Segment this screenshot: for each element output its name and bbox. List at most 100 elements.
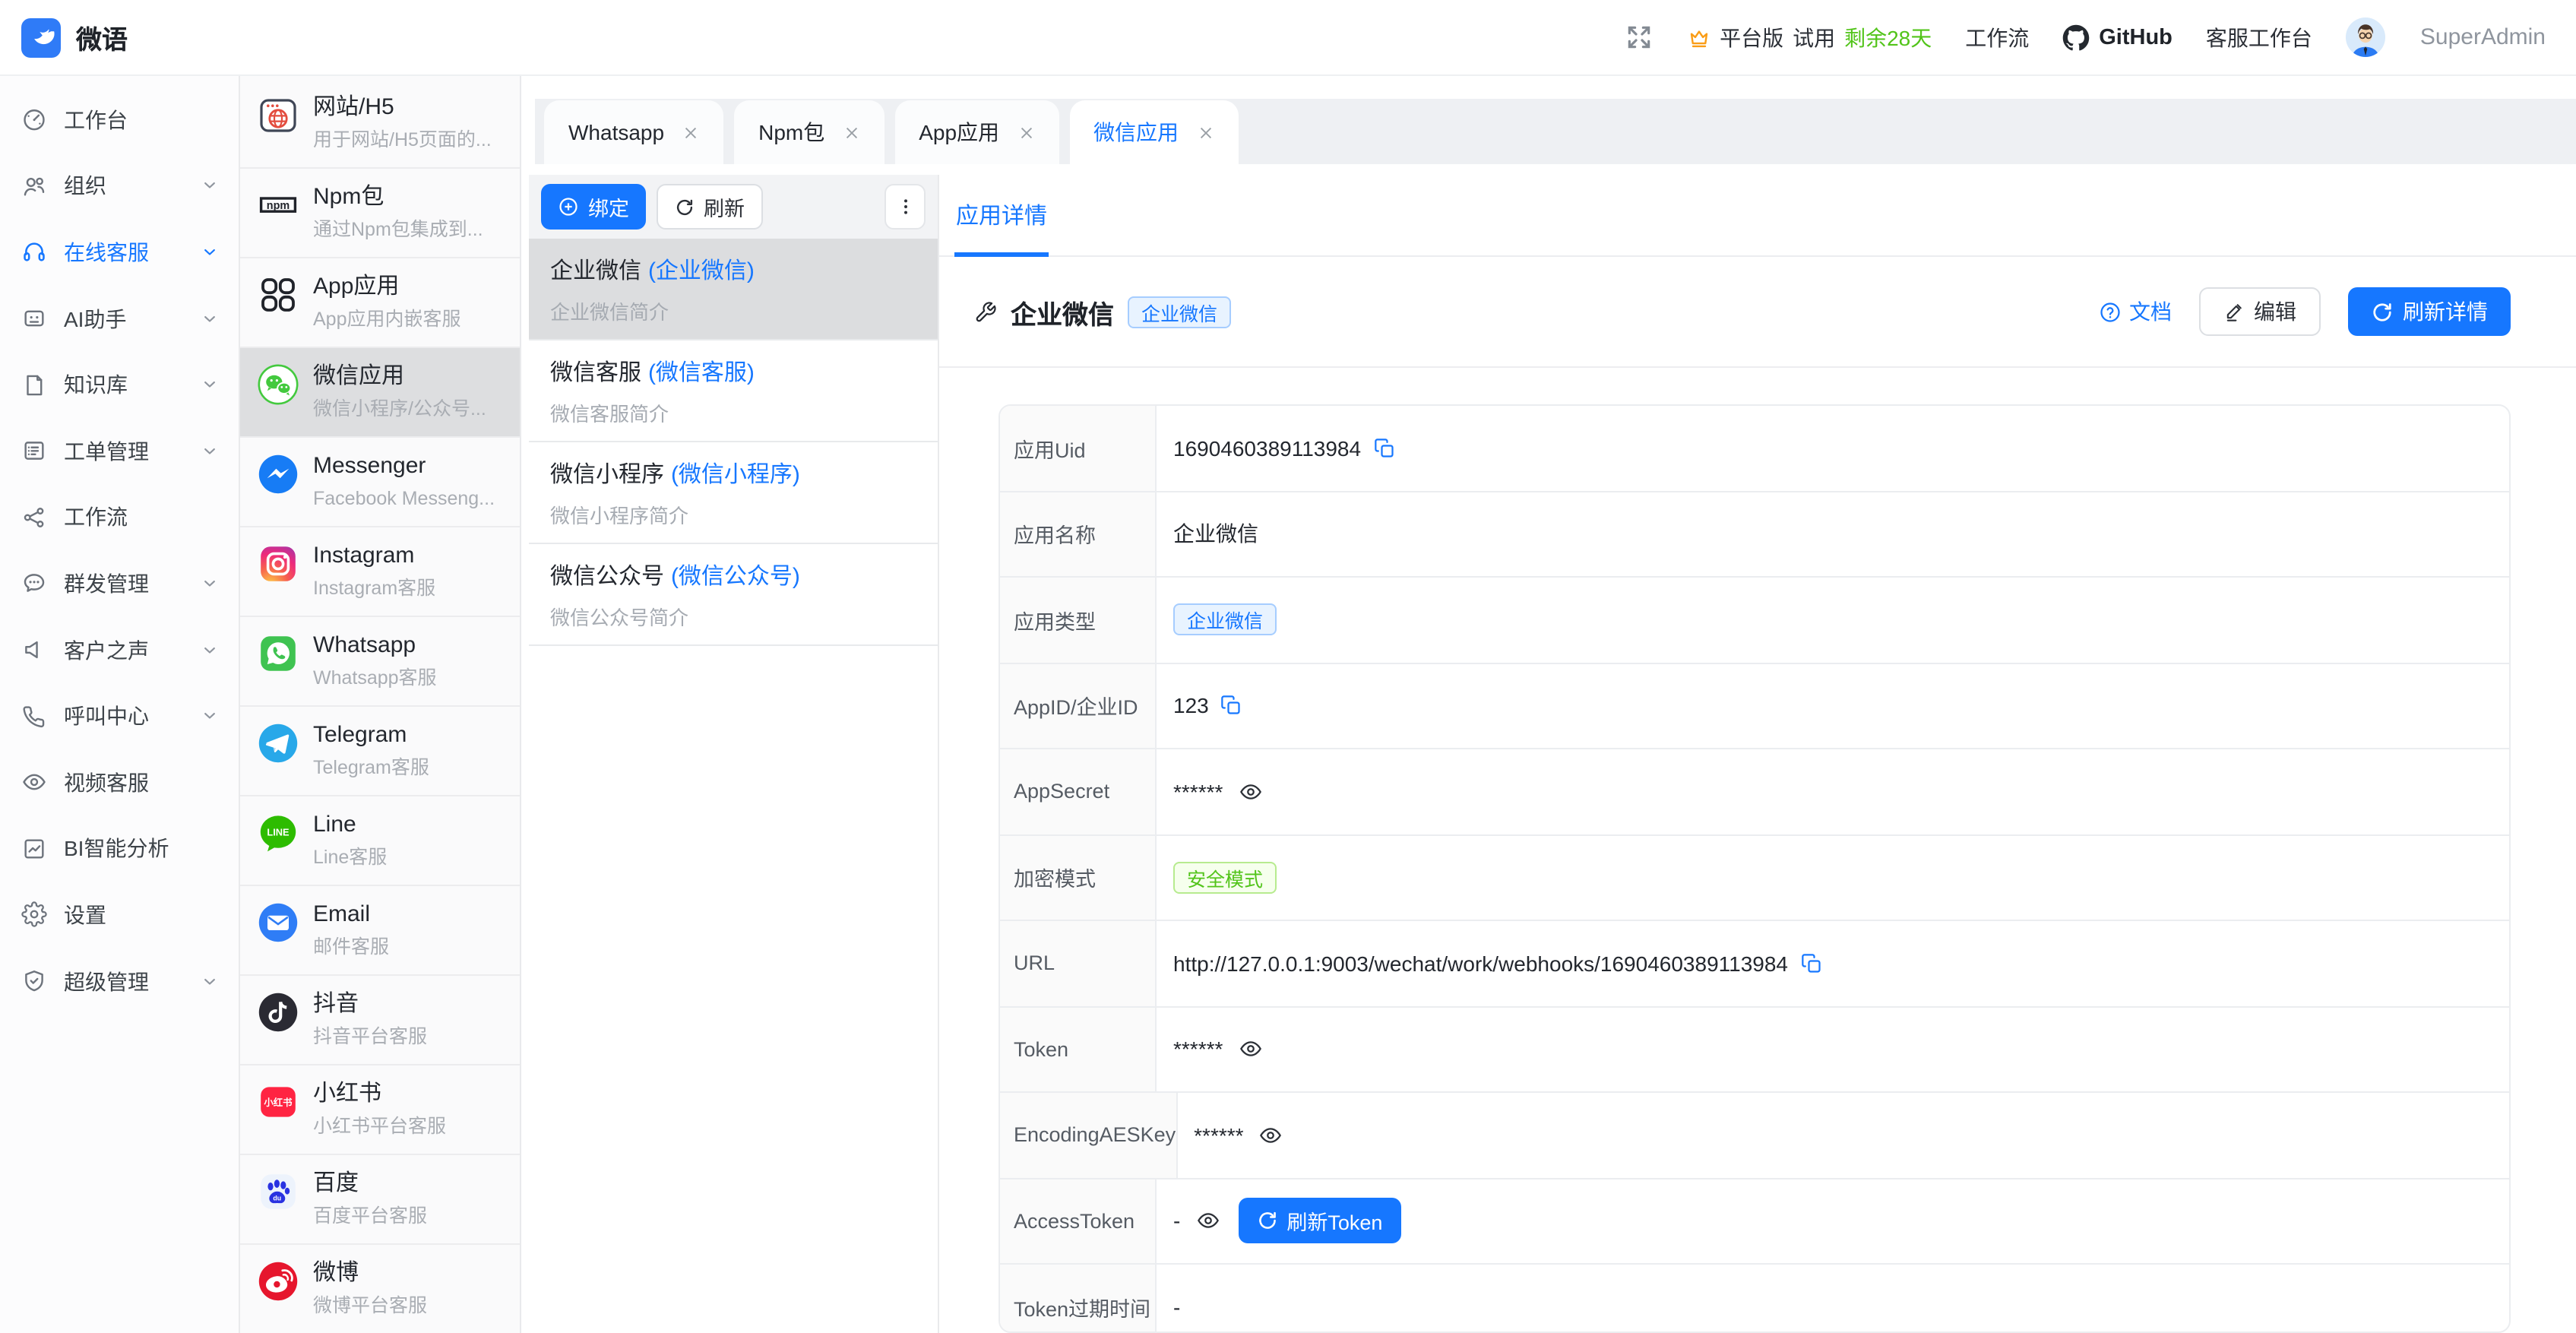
user-name[interactable]: SuperAdmin [2420, 24, 2546, 50]
close-icon[interactable] [1017, 124, 1034, 141]
sidebar-item[interactable]: 工作台 [0, 87, 239, 153]
workflow-label: 工作流 [1965, 22, 2029, 52]
channel-item[interactable]: LINE Line Line客服 [240, 796, 520, 886]
refresh-detail-button[interactable]: 刷新详情 [2348, 287, 2511, 336]
sidebar-item[interactable]: 知识库 [0, 352, 239, 418]
header-link-workbench[interactable]: 客服工作台 [2206, 22, 2312, 52]
instagram-icon [257, 543, 299, 585]
ai-icon [21, 306, 47, 331]
sidebar-item[interactable]: BI智能分析 [0, 815, 239, 882]
close-icon[interactable] [1197, 124, 1214, 141]
tab[interactable]: App应用 [894, 100, 1059, 164]
refresh-list-button[interactable]: 刷新 [657, 184, 763, 230]
more-actions-button[interactable] [885, 184, 926, 230]
wechat-icon [257, 363, 299, 406]
edit-button[interactable]: 编辑 [2199, 287, 2321, 336]
sidebar-item[interactable]: 在线客服 [0, 219, 239, 285]
bind-list-item[interactable]: 企业微信 (企业微信) 企业微信简介 [529, 239, 938, 340]
sidebar-item-label: 呼叫中心 [64, 701, 149, 731]
channel-item[interactable]: npm Npm包 通过Npm包集成到... [240, 169, 520, 258]
field-value: 1690460389113984 [1157, 406, 2509, 490]
avatar[interactable] [2346, 17, 2387, 58]
sidebar-item[interactable]: 客户之声 [0, 617, 239, 683]
sidebar-item[interactable]: 群发管理 [0, 550, 239, 616]
channel-item[interactable]: Instagram Instagram客服 [240, 527, 520, 617]
field-label: Token过期时间 [1000, 1265, 1157, 1333]
refresh-token-button[interactable]: 刷新Token [1238, 1198, 1400, 1244]
channel-item[interactable]: 抖音 抖音平台客服 [240, 976, 520, 1065]
channel-item[interactable]: 微信应用 微信小程序/公众号... [240, 348, 520, 438]
channel-item[interactable]: Telegram Telegram客服 [240, 707, 520, 796]
detail-title-tag: 企业微信 [1128, 296, 1231, 328]
bind-button[interactable]: 绑定 [541, 184, 646, 230]
tab[interactable]: Npm包 [734, 100, 884, 164]
tab-bar: Whatsapp Npm包 App应用 微信应用 [535, 99, 2576, 164]
chevron-down-icon [202, 179, 217, 194]
sidebar-item-label: 工单管理 [64, 436, 149, 467]
eye-icon[interactable] [1195, 1209, 1220, 1233]
sidebar-item[interactable]: 工作流 [0, 484, 239, 550]
sidebar-item-label: BI智能分析 [64, 834, 169, 864]
channel-item[interactable]: du 百度 百度平台客服 [240, 1155, 520, 1245]
channel-name: Line [313, 810, 387, 841]
doc-link[interactable]: 文档 [2099, 296, 2172, 327]
bind-item-desc: 微信客服简介 [550, 398, 916, 427]
channel-item[interactable]: 网站/H5 用于网站/H5页面的... [240, 79, 520, 169]
channel-desc: Facebook Messeng... [313, 486, 495, 512]
header-link-github[interactable]: GitHub [2062, 24, 2173, 51]
close-icon[interactable] [843, 124, 859, 141]
channel-text: Whatsapp Whatsapp客服 [313, 631, 437, 692]
eye-icon[interactable] [1238, 780, 1262, 804]
bind-item-title: 微信小程序 (微信小程序) [550, 458, 916, 489]
tab-app-detail[interactable]: 应用详情 [954, 175, 1049, 255]
channel-name: Whatsapp [313, 631, 437, 661]
wrench-icon [974, 300, 997, 323]
channel-text: Line Line客服 [313, 810, 387, 871]
sidebar-item[interactable]: AI助手 [0, 286, 239, 352]
fullscreen-icon[interactable] [1624, 23, 1653, 52]
bind-item-alias: (企业微信) [648, 258, 755, 284]
channel-item[interactable]: Whatsapp Whatsapp客服 [240, 617, 520, 707]
app-logo [21, 17, 61, 57]
bind-list-item[interactable]: 微信公众号 (微信公众号) 微信公众号简介 [529, 544, 938, 646]
header-link-workflow[interactable]: 工作流 [1965, 22, 2029, 52]
copy-icon[interactable] [1373, 438, 1394, 459]
channel-item[interactable]: App应用 App应用内嵌客服 [240, 258, 520, 348]
sidebar-item[interactable]: 超级管理 [0, 948, 239, 1014]
eye-icon[interactable] [1259, 1123, 1283, 1148]
sidebar-item-label: 群发管理 [64, 568, 149, 599]
detail-table: 应用Uid 1690460389113984 应用名称 企业微信 应用类型 企业… [998, 404, 2511, 1333]
channel-text: 微信应用 微信小程序/公众号... [313, 362, 486, 423]
channel-item[interactable]: Messenger Facebook Messeng... [240, 438, 520, 527]
bind-list-item[interactable]: 微信客服 (微信客服) 微信客服简介 [529, 340, 938, 442]
workbench-label: 客服工作台 [2206, 22, 2312, 52]
close-icon[interactable] [682, 124, 699, 141]
sidebar-item-label: 工作台 [64, 105, 128, 135]
sidebar-item[interactable]: 组织 [0, 153, 239, 219]
doc-link-label: 文档 [2129, 296, 2172, 327]
bind-list-item[interactable]: 微信小程序 (微信小程序) 微信小程序简介 [529, 442, 938, 544]
sidebar-item-label: 在线客服 [64, 237, 149, 268]
tab[interactable]: 微信应用 [1069, 100, 1238, 164]
sidebar-item[interactable]: 视频客服 [0, 749, 239, 815]
github-icon [2062, 24, 2090, 51]
bind-button-label: 绑定 [588, 192, 629, 222]
eye-icon[interactable] [1238, 1037, 1262, 1062]
channel-item[interactable]: 小红书 小红书 小红书平台客服 [240, 1065, 520, 1155]
sidebar-item[interactable]: 呼叫中心 [0, 683, 239, 749]
table-row: 应用名称 企业微信 [1000, 492, 2509, 578]
channel-item[interactable]: 微博 微博平台客服 [240, 1245, 520, 1333]
bind-item-title: 企业微信 (企业微信) [550, 254, 916, 286]
copy-icon[interactable] [1800, 953, 1821, 974]
tab[interactable]: Whatsapp [544, 100, 723, 164]
channel-desc: Instagram客服 [313, 576, 435, 602]
sidebar-item[interactable]: 工单管理 [0, 418, 239, 484]
channel-item[interactable]: Email 邮件客服 [240, 886, 520, 976]
field-label: Token [1000, 1007, 1157, 1091]
sidebar-item-label: AI助手 [64, 303, 126, 334]
messenger-icon [257, 453, 299, 496]
nav-sidebar: 工作台 组织 在线客服 AI助手 [0, 76, 240, 1333]
copy-icon[interactable] [1221, 695, 1242, 717]
plan-badge[interactable]: 平台版 试用 剩余28天 [1686, 22, 1932, 52]
sidebar-item[interactable]: 设置 [0, 882, 239, 948]
